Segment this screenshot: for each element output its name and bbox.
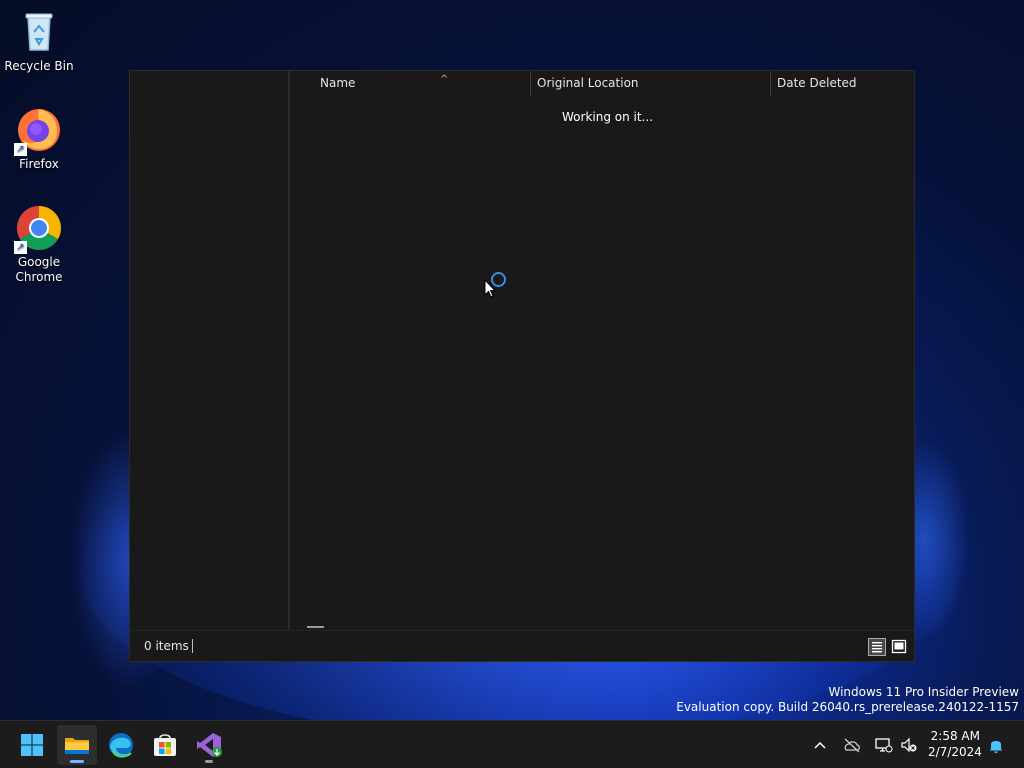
large-icons-view-button[interactable] (890, 638, 908, 656)
volume-muted-icon (901, 737, 917, 753)
system-clock[interactable]: 2:58 AM 2/7/2024 (928, 728, 982, 760)
chevron-up-icon (814, 741, 826, 749)
column-header-label: Name (320, 76, 356, 90)
column-header-date-deleted[interactable]: Date Deleted (771, 71, 911, 96)
taskbar-microsoft-store[interactable] (145, 725, 185, 765)
cloud-off-icon (844, 738, 860, 753)
column-header-name[interactable]: Name ^ (314, 71, 530, 96)
windows-start-icon (21, 734, 43, 756)
large-icons-view-icon (891, 639, 907, 654)
navigation-pane[interactable] (130, 71, 288, 631)
firefox-icon: ↗ (14, 106, 63, 156)
volume-tray-button[interactable] (899, 735, 919, 755)
edge-icon (109, 733, 133, 758)
taskbar: 2:58 AM 2/7/2024 (0, 720, 1024, 768)
visual-studio-icon (197, 733, 222, 757)
network-icon (875, 738, 893, 753)
onedrive-tray-button[interactable] (842, 735, 862, 755)
desktop-icon-label: Firefox (19, 157, 59, 171)
explorer-window: Name ^ Original Location Date Deleted Wo… (129, 70, 915, 662)
status-bar: 0 items (130, 630, 914, 661)
desktop-icon-label: Recycle Bin (4, 59, 74, 73)
horizontal-scrollbar[interactable] (307, 626, 324, 628)
desktop-icon-chrome[interactable]: ↗ Google Chrome (2, 204, 76, 285)
item-count: 0 items (144, 639, 189, 653)
shortcut-arrow-icon: ↗ (14, 241, 27, 254)
taskbar-edge[interactable] (101, 725, 141, 765)
column-header-original-location[interactable]: Original Location (531, 71, 770, 96)
details-view-icon (872, 642, 882, 653)
file-list[interactable]: Name ^ Original Location Date Deleted Wo… (290, 71, 914, 631)
watermark-line-1: Windows 11 Pro Insider Preview (828, 685, 1019, 699)
desktop-icon-label: Google Chrome (15, 255, 63, 284)
network-tray-button[interactable] (873, 735, 893, 755)
desktop-icon-firefox[interactable]: ↗ Firefox (2, 106, 76, 172)
microsoft-store-icon (154, 734, 176, 756)
active-indicator (70, 760, 84, 763)
desktop-icon-recycle-bin[interactable]: Recycle Bin (2, 8, 76, 74)
column-header-label: Date Deleted (777, 76, 857, 90)
show-hidden-icons-button[interactable] (810, 735, 830, 755)
details-view-button[interactable] (868, 638, 886, 656)
clock-date: 2/7/2024 (928, 745, 982, 759)
taskbar-file-explorer[interactable] (57, 725, 97, 765)
mouse-cursor-icon (484, 279, 496, 298)
recycle-bin-icon (15, 8, 63, 56)
running-indicator (205, 760, 213, 763)
chrome-icon: ↗ (14, 204, 63, 254)
column-header-label: Original Location (537, 76, 639, 90)
evaluation-watermark: Windows 11 Pro Insider Preview Evaluatio… (676, 685, 1019, 715)
status-divider (192, 639, 193, 653)
sort-ascending-icon: ^ (440, 74, 449, 85)
start-button[interactable] (12, 725, 52, 765)
watermark-line-2: Evaluation copy. Build 26040.rs_prerelea… (676, 700, 1019, 714)
loading-message: Working on it... (562, 110, 654, 124)
taskbar-visual-studio[interactable] (189, 725, 229, 765)
clock-time: 2:58 AM (930, 729, 980, 743)
file-explorer-icon (65, 738, 89, 754)
notification-bell-icon (989, 741, 1003, 753)
shortcut-arrow-icon: ↗ (14, 143, 27, 156)
notifications-button[interactable] (986, 735, 1006, 755)
